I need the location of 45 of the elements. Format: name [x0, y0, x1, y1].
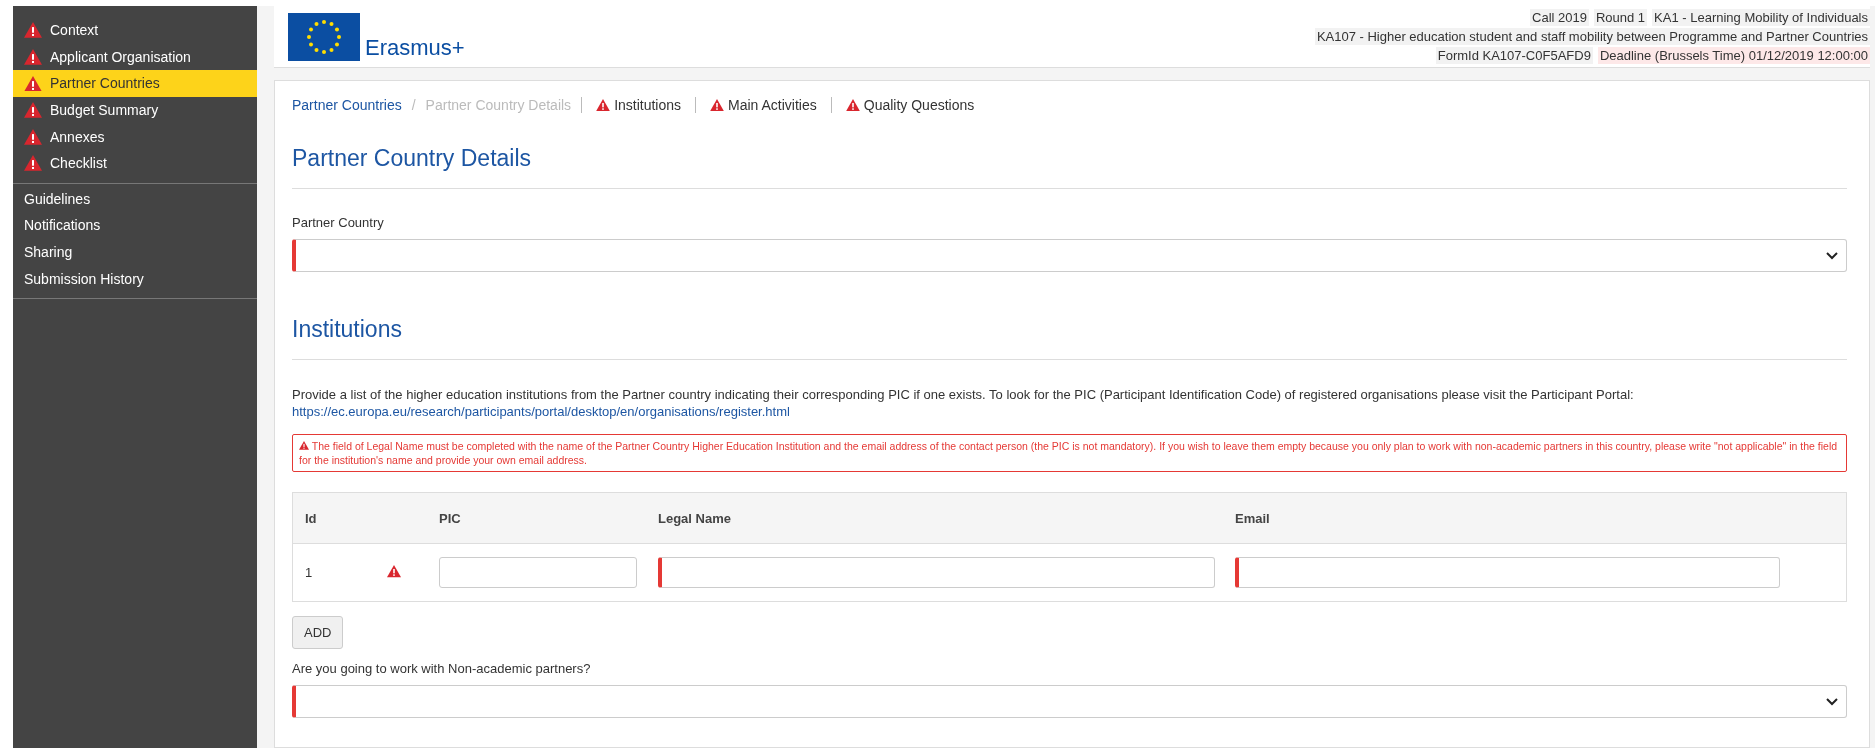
- chevron-down-icon: [1826, 251, 1838, 260]
- info-tag: KA107 - Higher education student and staff mobility between Programme and Partner Countries: [1314, 28, 1870, 45]
- column-header: PIC: [439, 510, 462, 526]
- sidebar-item[interactable]: Context: [13, 17, 257, 44]
- info-tag: FormId KA107-C0F5AFD9: [1435, 47, 1593, 64]
- breadcrumb-current: Partner Country Details: [425, 97, 572, 113]
- add-button[interactable]: ADD: [292, 616, 344, 649]
- info-tag: Round 1: [1593, 9, 1648, 26]
- section-tab[interactable]: Main Activities: [695, 97, 831, 113]
- sidebar-item[interactable]: Partner Countries: [13, 70, 257, 97]
- chevron-down-icon: [1826, 697, 1838, 706]
- section-tab[interactable]: Quality Questions: [830, 97, 989, 113]
- section-tab[interactable]: Institutions: [581, 97, 696, 113]
- sidebar-item[interactable]: Checklist: [13, 149, 257, 177]
- input-field[interactable]: [1235, 557, 1780, 588]
- sidebar-item[interactable]: Annexes: [13, 123, 257, 150]
- breadcrumb-separator: /: [411, 97, 416, 113]
- deadline-tag: Deadline (Brussels Time) 01/12/2019 12:00:00: [1597, 47, 1870, 64]
- portal-link[interactable]: https://ec.europa.eu/research/participants/portal/desktop/en/organisations/register.html: [292, 403, 790, 420]
- column-header: Legal Name: [658, 510, 732, 526]
- sidebar-item[interactable]: Applicant Organisation: [13, 43, 257, 71]
- sidebar-item[interactable]: Guidelines: [13, 185, 257, 213]
- section-heading: Institutions: [292, 316, 1847, 360]
- partners-select[interactable]: [292, 685, 1847, 718]
- sidebar-item[interactable]: Submission History: [13, 265, 257, 292]
- warning-icon: [299, 441, 309, 450]
- field-label: Are you going to work with Non-academic partners?: [292, 661, 592, 676]
- input-field[interactable]: [439, 557, 637, 588]
- column-header: Id: [305, 510, 318, 526]
- alert-message: The field of Legal Name must be completed with the name of the Partner Country Higher Education Institution and the email address of the contact person (the PIC is not mandatory). If you wish to leave them empty because you only plan to work with non-academic partners in this country, please write "not applicable" in the field for the institution's name and provide your own email address.: [292, 434, 1847, 472]
- flag-logo: [288, 13, 360, 61]
- field-label: Partner Country: [292, 215, 385, 230]
- sidebar-item[interactable]: Notifications: [13, 212, 257, 239]
- column-header: Email: [1235, 510, 1271, 526]
- country-select[interactable]: [292, 239, 1847, 272]
- page-heading: Partner Country Details: [292, 145, 1847, 189]
- table-cell-text: 1: [305, 565, 314, 580]
- info-tag: KA1 - Learning Mobility of Individuals: [1652, 9, 1870, 26]
- sidebar-item[interactable]: Sharing: [13, 238, 257, 266]
- logo-text: Erasmus+: [365, 35, 465, 61]
- input-field[interactable]: [658, 557, 1215, 588]
- sidebar-item[interactable]: Budget Summary: [13, 96, 257, 124]
- intro-text: Provide a list of the higher education institutions from the Partner country indicating their corresponding PIC if one exists. To look for the PIC (Participant Identification Code) of registered organisations please visit the Participant Portal: https://ec.europa.eu/research/participants/portal/desktop/en/organisations/register.html: [292, 386, 1635, 420]
- breadcrumb-link[interactable]: Partner Countries: [292, 97, 402, 113]
- info-tag: Call 2019: [1530, 9, 1589, 26]
